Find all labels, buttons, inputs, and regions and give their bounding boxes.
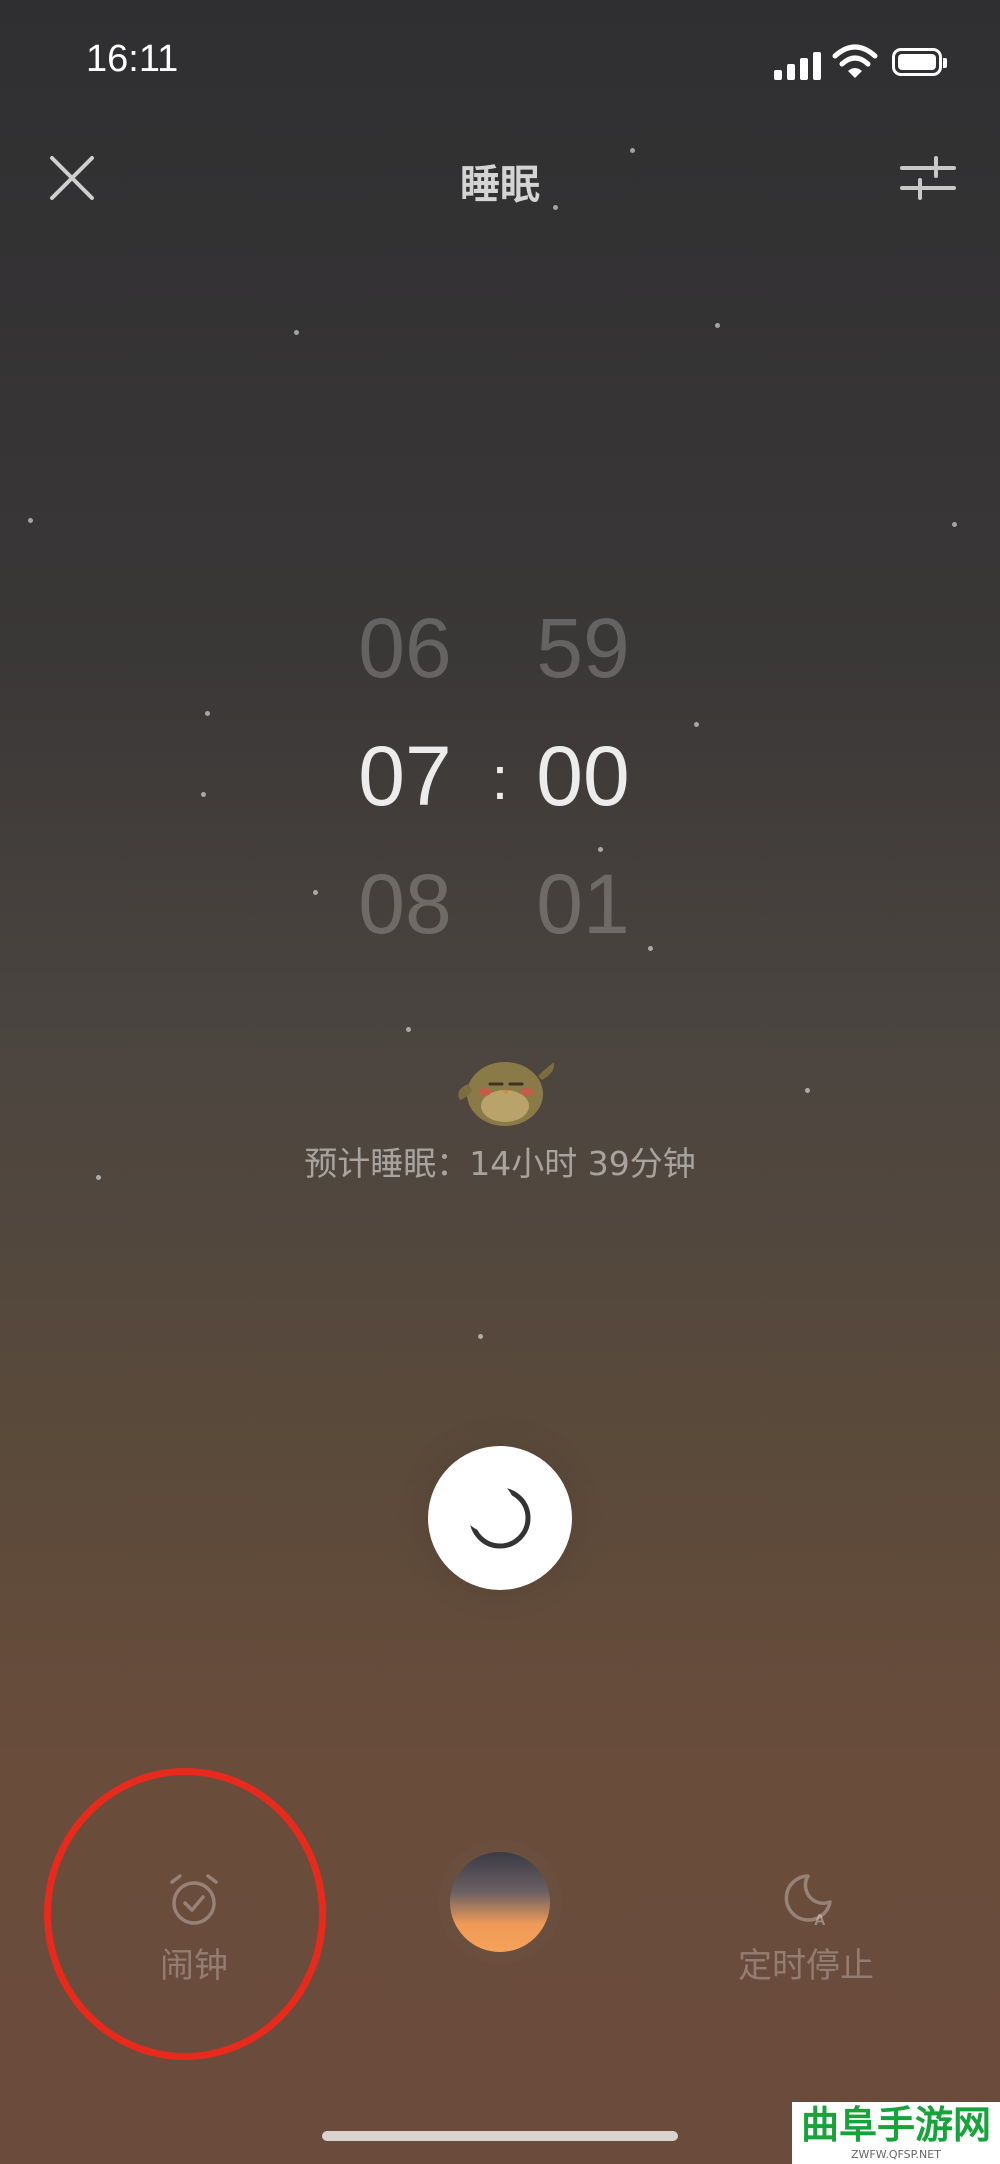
hour-next[interactable]: 08 xyxy=(340,856,470,953)
watermark-logo: 曲阜手游网 ZWFW.QFSP.NET xyxy=(792,2102,1000,2164)
alarm-clock-icon xyxy=(170,1874,218,1925)
alarm-button[interactable]: 闹钟 xyxy=(94,1870,294,1987)
star xyxy=(952,522,957,527)
star xyxy=(694,722,699,727)
svg-text:A: A xyxy=(814,1912,826,1929)
star xyxy=(805,1088,810,1093)
status-bar: 16:11 xyxy=(0,0,1000,120)
hour-prev[interactable]: 06 xyxy=(340,600,470,697)
home-indicator[interactable] xyxy=(322,2131,678,2141)
sleep-timer-button[interactable]: A 定时停止 xyxy=(706,1870,906,1987)
sliders-icon xyxy=(900,156,956,200)
battery-icon xyxy=(892,48,947,76)
cellular-signal-icon xyxy=(774,50,824,80)
alarm-label: 闹钟 xyxy=(160,1946,228,1986)
star xyxy=(28,518,33,523)
settings-button[interactable] xyxy=(898,150,958,206)
minute-selected[interactable]: 00 xyxy=(518,728,648,825)
watermark-url: ZWFW.QFSP.NET xyxy=(851,2148,941,2161)
minute-next[interactable]: 01 xyxy=(518,856,648,953)
sleep-sound-button[interactable] xyxy=(438,1840,562,1964)
page-title: 睡眠 xyxy=(460,162,540,208)
minute-prev[interactable]: 59 xyxy=(518,600,648,697)
hour-selected[interactable]: 07 xyxy=(340,728,470,825)
star xyxy=(406,1027,411,1032)
bird-mascot-icon xyxy=(458,1062,555,1126)
star xyxy=(294,330,299,335)
star xyxy=(201,792,206,797)
watermark-text: 曲阜手游网 xyxy=(800,2103,991,2147)
sunset-orb-icon xyxy=(450,1852,550,1952)
status-time: 16:11 xyxy=(86,38,179,80)
star xyxy=(313,890,318,895)
start-sleep-button[interactable] xyxy=(428,1446,572,1590)
star xyxy=(715,323,720,328)
time-picker[interactable]: 06 59 07 : 00 08 01 xyxy=(340,600,660,980)
star xyxy=(205,711,210,716)
estimated-sleep-text: 预计睡眠：14小时 39分钟 xyxy=(304,1144,696,1183)
time-separator: : xyxy=(491,745,509,812)
moon-timer-icon: A xyxy=(784,1874,832,1929)
star xyxy=(478,1334,483,1339)
wifi-icon xyxy=(832,44,878,78)
sleep-timer-label: 定时停止 xyxy=(738,1946,874,1986)
moon-icon xyxy=(462,1480,531,1549)
